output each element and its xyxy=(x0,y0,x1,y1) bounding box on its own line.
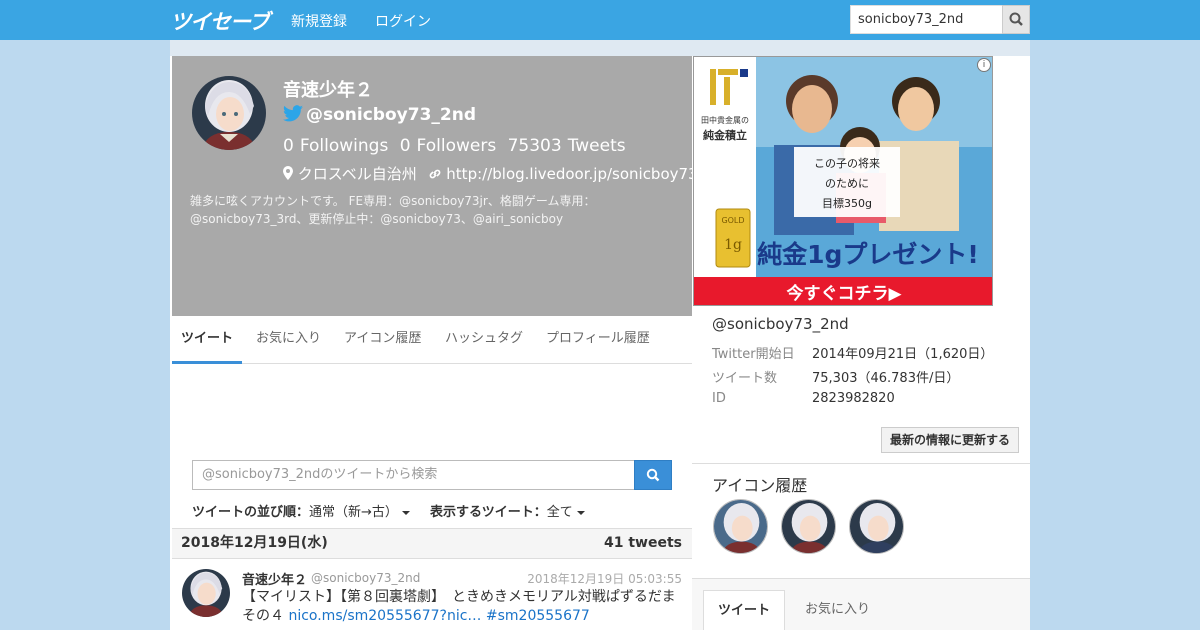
tweet-link[interactable]: nico.ms/sm20555677?nic… xyxy=(288,608,481,624)
tweets-label: Tweets xyxy=(567,136,626,156)
profile-avatar[interactable] xyxy=(192,76,266,150)
tweet-timestamp[interactable]: 2018年12月19日 05:03:55 xyxy=(527,570,682,587)
info-value: 2014年09月21日（1,620日） xyxy=(812,347,994,362)
caret-down-icon xyxy=(576,510,585,515)
followers-count: 0 xyxy=(399,136,411,156)
ad-cta: 今すぐコチラ▶ xyxy=(786,283,902,304)
twitter-bird-icon xyxy=(283,105,303,122)
followings-label: Followings xyxy=(299,136,389,156)
display-filter-label: 表示するツイート： xyxy=(430,505,547,520)
tab-favorites[interactable]: お気に入り xyxy=(247,316,330,364)
display-filter-value: 全て xyxy=(546,505,573,520)
info-key: ツイート数 xyxy=(712,371,778,386)
tweet-search-button[interactable] xyxy=(634,460,672,490)
icon-history-title: アイコン履歴 xyxy=(712,476,808,495)
profile-tabs: ツイート お気に入り アイコン履歴 ハッシュタグ プロフィール履歴 xyxy=(172,316,692,364)
ad-headline: 純金1gプレゼント! xyxy=(757,240,979,269)
sort-order-label: ツイートの並び順： xyxy=(192,505,310,520)
header-strip xyxy=(170,40,1030,56)
tab-icon-history[interactable]: アイコン履歴 xyxy=(335,316,430,364)
tweet-avatar[interactable] xyxy=(182,569,230,617)
profile-name: 音速少年２ xyxy=(283,80,373,101)
tweet-hashtag[interactable]: #sm20555677 xyxy=(486,608,590,624)
side-tab-favorites[interactable]: お気に入り xyxy=(791,590,884,630)
caret-down-icon xyxy=(401,510,410,515)
search-icon xyxy=(1009,12,1023,26)
icon-history-avatar[interactable] xyxy=(849,499,904,554)
profile-stats: 0 Followings 0 Followers 75303 Tweets xyxy=(283,136,632,156)
profile-handle: @sonicboy73_2nd xyxy=(306,105,476,125)
date-group-date: 2018年12月19日(水) xyxy=(181,535,328,551)
info-value: 75,303（46.783件/日） xyxy=(812,371,960,386)
followers-label: Followers xyxy=(416,136,497,156)
advertisement-banner[interactable]: 田中貴金属の 純金積立 この子の将来 のために 目標350g GOLD 1g 純… xyxy=(693,56,993,306)
profile-url[interactable]: http://blog.livedoor.jp/sonicboy73 xyxy=(446,165,697,183)
map-marker-icon xyxy=(283,166,293,180)
profile-location-url: クロスベル自治州 http://blog.livedoor.jp/sonicbo… xyxy=(283,163,698,184)
display-filter-dropdown[interactable]: 表示するツイート：全て xyxy=(430,501,585,520)
tab-profile-history[interactable]: プロフィール履歴 xyxy=(537,316,659,364)
ad-info-icon[interactable]: i xyxy=(977,58,991,72)
icon-history-avatar[interactable] xyxy=(713,499,768,554)
ad-copy-line2: のために xyxy=(825,177,869,190)
info-value: 2823982820 xyxy=(812,391,895,406)
sort-order-dropdown[interactable]: ツイートの並び順：通常（新→古） xyxy=(192,501,410,520)
date-group-header: 2018年12月19日(水) 41 tweets xyxy=(172,528,692,559)
info-key: ID xyxy=(712,391,726,406)
user-search-button[interactable] xyxy=(1002,5,1030,34)
site-logo[interactable]: ツイセーブ xyxy=(170,6,270,36)
tweet-author-handle[interactable]: @sonicboy73_2nd xyxy=(311,571,420,585)
top-navbar: ツイセーブ 新規登録 ログイン sonicboy73_2nd xyxy=(0,0,1200,40)
main-container: 音速少年２ @sonicboy73_2nd 0 Followings 0 Follo… xyxy=(170,56,1030,630)
profile-handle-row: @sonicboy73_2nd xyxy=(283,105,476,125)
search-icon xyxy=(646,468,660,482)
side-tab-tweets[interactable]: ツイート xyxy=(703,590,786,630)
tab-tweets[interactable]: ツイート xyxy=(172,316,243,364)
side-tabs-panel: ツイート お気に入り xyxy=(692,578,1030,630)
profile-bio: 雑多に呟くアカウントです。 FE専用：@sonicboy73jr、格闘ゲーム専用… xyxy=(190,194,596,226)
ad-copy-line1: この子の将来 xyxy=(814,157,880,170)
tweet-search-input[interactable]: @sonicboy73_2ndのツイートから検索 xyxy=(192,460,635,490)
icon-history-avatar[interactable] xyxy=(781,499,836,554)
info-key: Twitter開始日 xyxy=(712,347,795,362)
date-group-count: 41 tweets xyxy=(604,535,682,551)
side-handle: @sonicboy73_2nd xyxy=(712,315,849,333)
refresh-info-button[interactable]: 最新の情報に更新する xyxy=(881,427,1019,453)
tweets-count: 75303 xyxy=(507,136,562,156)
ad-brand-name: 純金積立 xyxy=(703,128,747,142)
profile-header: 音速少年２ @sonicboy73_2nd 0 Followings 0 Follo… xyxy=(172,56,698,316)
ad-gold-label: GOLD xyxy=(721,216,744,225)
user-search-input[interactable]: sonicboy73_2nd xyxy=(850,5,1002,34)
sort-order-value: 通常（新→古） xyxy=(309,505,398,520)
tweet-author-name[interactable]: 音速少年２ xyxy=(242,569,307,588)
ad-image: 田中貴金属の 純金積立 この子の将来 のために 目標350g GOLD 1g 純… xyxy=(694,57,992,305)
followings-count: 0 xyxy=(283,136,294,156)
tweet-text: 【マイリスト】【第８回裏塔劇】 ときめきメモリアル対戦ぱずるだまその４ nico… xyxy=(242,588,682,626)
ad-gold-weight: 1g xyxy=(724,237,742,253)
tweet-item: 音速少年２ @sonicboy73_2nd 2018年12月19日 05:03:… xyxy=(172,559,692,630)
ad-copy-line3: 目標350g xyxy=(822,196,872,210)
tab-hashtags[interactable]: ハッシュタグ xyxy=(436,316,532,364)
link-icon xyxy=(429,169,440,179)
ad-brand-line: 田中貴金属の xyxy=(701,115,749,125)
profile-location: クロスベル自治州 xyxy=(297,165,417,183)
divider xyxy=(692,463,1030,464)
signup-link[interactable]: 新規登録 xyxy=(291,11,347,31)
login-link[interactable]: ログイン xyxy=(375,11,431,31)
